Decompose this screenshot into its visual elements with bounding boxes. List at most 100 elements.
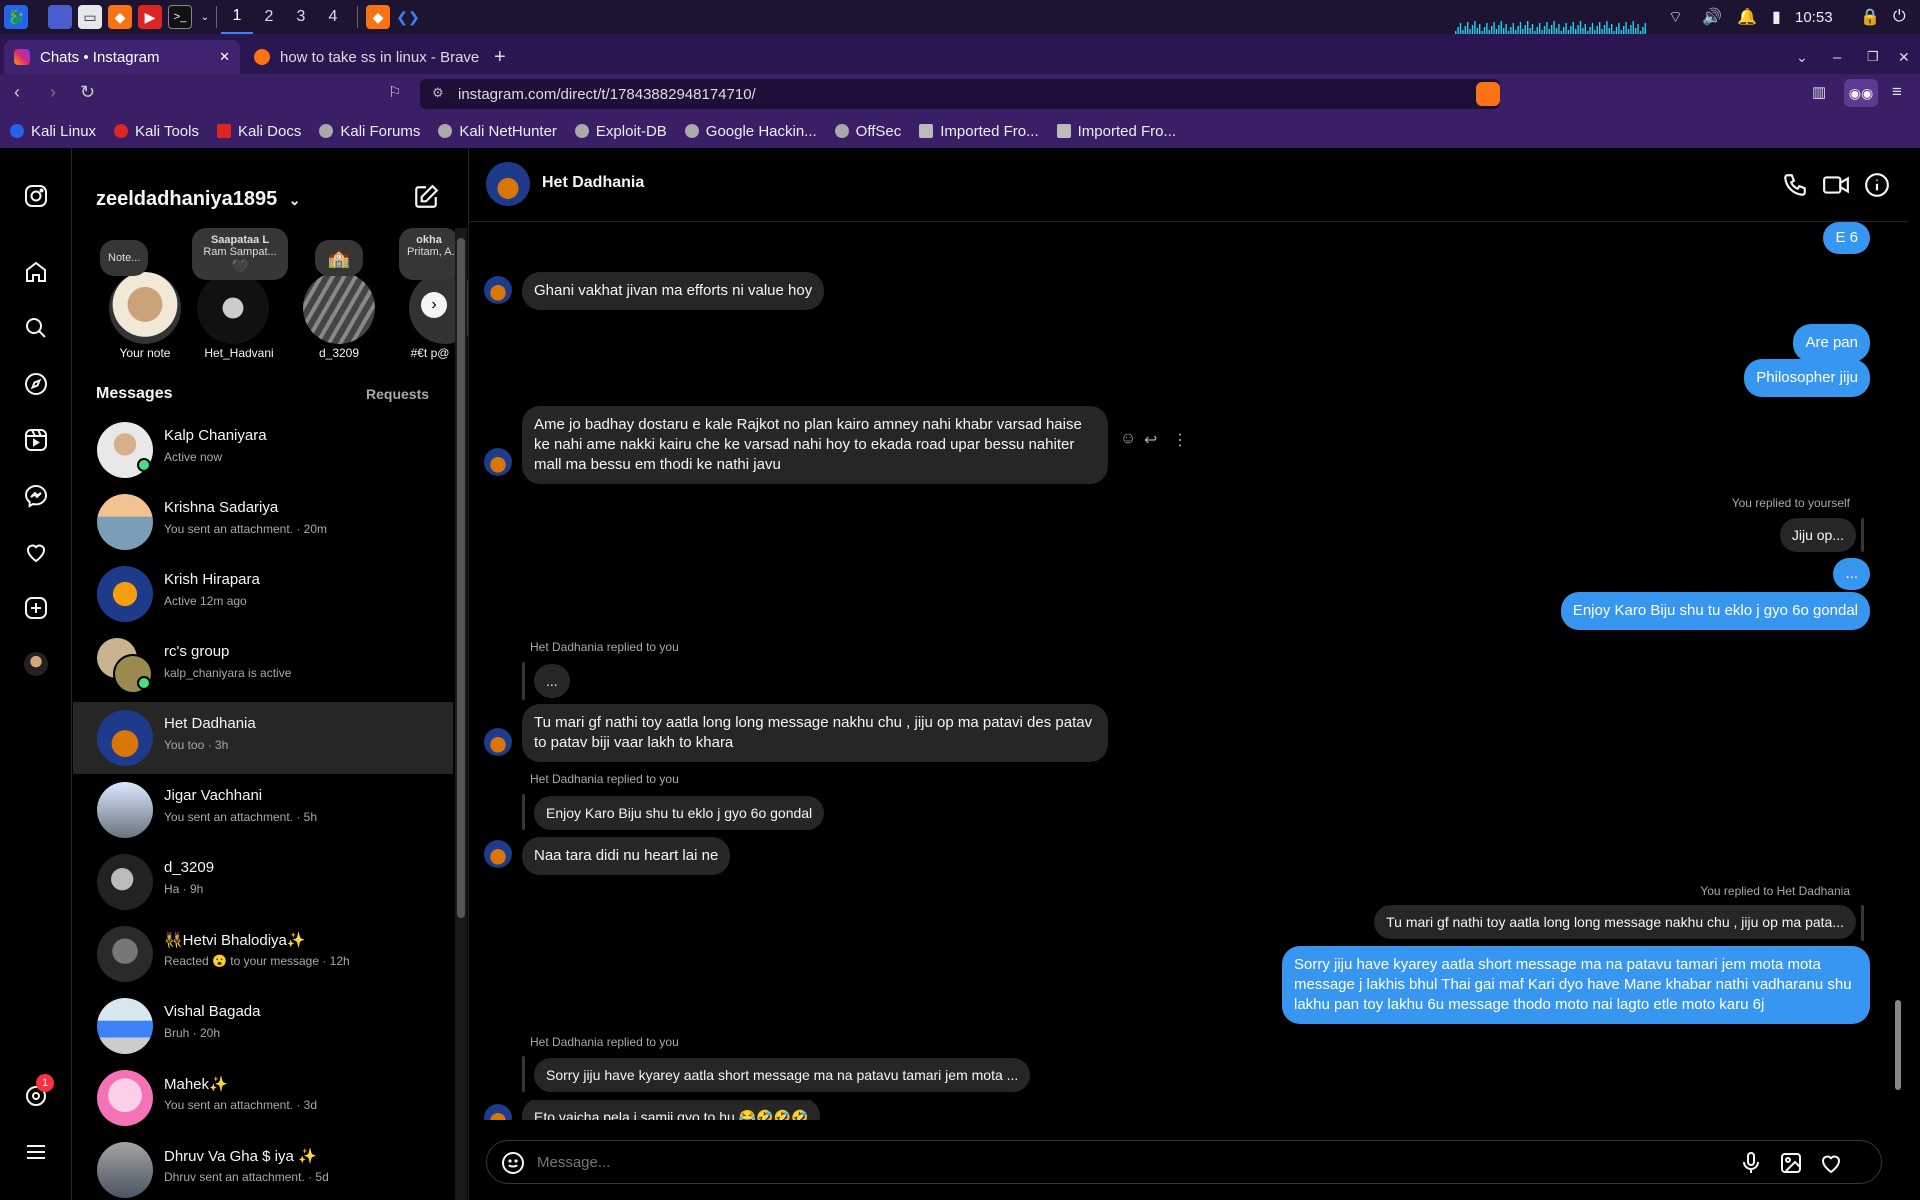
quoted-message[interactable]: Tu mari gf nathi toy aatla long long mes…	[1374, 905, 1856, 939]
chevron-down-icon[interactable]: ⌄	[198, 5, 212, 29]
instagram-logo-icon[interactable]	[22, 182, 50, 210]
site-settings-icon[interactable]: ⚙	[432, 85, 444, 101]
emoji-icon[interactable]	[501, 1151, 525, 1180]
bookmark-exploit-db[interactable]: Exploit-DB	[574, 123, 667, 140]
message-incoming[interactable]: Ame jo badhay dostaru e kale Rajkot no p…	[522, 406, 1108, 484]
more-options-icon[interactable]: ⋮	[1172, 430, 1188, 450]
threads-icon[interactable]: 1	[22, 1074, 54, 1110]
note-bubble[interactable]: 🏫	[315, 240, 363, 276]
volume-icon[interactable]: 🔊	[1702, 0, 1722, 34]
tab-instagram[interactable]: Chats • Instagram ✕	[4, 40, 240, 74]
battery-icon[interactable]: ▮	[1772, 0, 1781, 34]
stories-next-icon[interactable]: ›	[421, 292, 447, 318]
vpn-icon[interactable]: ◉◉	[1844, 79, 1878, 107]
lock-icon[interactable]: 🔒	[1860, 0, 1880, 34]
bookmark-kali-linux[interactable]: Kali Linux	[10, 123, 96, 140]
explore-icon[interactable]	[22, 370, 50, 398]
new-message-icon[interactable]	[413, 184, 439, 215]
workspace-1[interactable]: 1	[221, 0, 253, 34]
conversation-item[interactable]: 👯‍♀️Hetvi Bhalodiya✨ Reacted 😮 to your m…	[73, 918, 453, 990]
reels-icon[interactable]	[22, 426, 50, 454]
workspace-3[interactable]: 3	[285, 0, 317, 34]
reply-icon[interactable]: ↩	[1144, 430, 1157, 450]
story-d-3209[interactable]	[303, 272, 375, 344]
quoted-message[interactable]: ...	[534, 664, 570, 698]
phone-call-icon[interactable]	[1782, 172, 1808, 203]
home-icon[interactable]	[22, 258, 50, 286]
workspace-4[interactable]: 4	[317, 0, 349, 34]
tab-list-chevron-icon[interactable]: ⌄	[1786, 40, 1818, 74]
message-outgoing[interactable]: Philosopher jiju	[1744, 359, 1870, 397]
conversation-item[interactable]: Krish Hirapara Active 12m ago	[73, 558, 453, 630]
bookmark-kali-forums[interactable]: Kali Forums	[319, 123, 420, 140]
address-bar[interactable]: ⚙ instagram.com/direct/t/178438829481747…	[420, 79, 1500, 109]
inbox-scrollbar[interactable]	[455, 228, 467, 1200]
menu-icon[interactable]: ≡	[1892, 82, 1902, 102]
quoted-message[interactable]: Jiju op...	[1779, 518, 1856, 552]
brave-browser-icon[interactable]: ◆	[108, 5, 132, 29]
requests-link[interactable]: Requests	[366, 386, 429, 402]
conversation-item[interactable]: Mahek✨ You sent an attachment. · 3d	[73, 1062, 453, 1134]
profile-avatar[interactable]	[22, 650, 50, 678]
more-menu-icon[interactable]	[22, 1138, 50, 1166]
reload-icon[interactable]: ↻	[80, 82, 95, 103]
workspace-2[interactable]: 2	[253, 0, 285, 34]
close-window-icon[interactable]: ✕	[1888, 40, 1920, 74]
bookmark-kali-docs[interactable]: Kali Docs	[216, 123, 301, 140]
tab-brave-search[interactable]: how to take ss in linux - Brave	[244, 40, 480, 74]
conversation-item[interactable]: d_3209 Ha · 9h	[73, 846, 453, 918]
create-icon[interactable]	[22, 594, 50, 622]
microphone-icon[interactable]	[1739, 1151, 1763, 1180]
conversation-item[interactable]: Vishal Bagada Bruh · 20h	[73, 990, 453, 1062]
conversation-item[interactable]: Krishna Sadariya You sent an attachment.…	[73, 486, 453, 558]
react-icon[interactable]: ☺	[1120, 430, 1136, 448]
story-het-hadvani[interactable]	[197, 272, 269, 344]
conversation-item[interactable]: Kalp Chaniyara Active now	[73, 414, 453, 486]
quoted-message[interactable]: Enjoy Karo Biju shu tu eklo j gyo 6o gon…	[534, 796, 825, 830]
desktop-icon[interactable]	[48, 5, 72, 29]
message-incoming[interactable]: Eto vaicha pela j samji gyo to hu 😂🤣🤣🤣	[522, 1100, 821, 1120]
message-input[interactable]	[537, 1147, 1687, 1177]
bell-icon[interactable]: 🔔	[1737, 0, 1757, 34]
message-outgoing[interactable]: E 6	[1823, 222, 1870, 254]
back-icon[interactable]: ‹	[14, 82, 20, 103]
note-bubble[interactable]: Note...	[100, 240, 148, 276]
close-tab-icon[interactable]: ✕	[219, 49, 230, 65]
chat-scrollbar[interactable]	[1892, 224, 1904, 1124]
info-icon[interactable]	[1864, 172, 1890, 203]
search-icon[interactable]	[22, 314, 50, 342]
brave-window-icon[interactable]: ◆	[366, 5, 390, 29]
note-bubble[interactable]: Saapataa L Ram Sampat... 🖤	[192, 228, 288, 280]
conversation-item[interactable]: rc's group kalp_chaniyara is active	[73, 630, 453, 702]
kali-menu-icon[interactable]: 🐉	[4, 5, 28, 29]
scrollbar-thumb[interactable]	[457, 238, 465, 918]
message-outgoing[interactable]: Sorry jiju have kyarey aatla short messa…	[1282, 946, 1870, 1024]
conversation-item[interactable]: Jigar Vachhani You sent an attachment. ·…	[73, 774, 453, 846]
message-outgoing[interactable]: ...	[1833, 558, 1870, 590]
bookmark-kali-tools[interactable]: Kali Tools	[114, 123, 199, 140]
contact-name[interactable]: Het Dadhania	[542, 174, 644, 192]
message-outgoing[interactable]: Are pan	[1793, 324, 1870, 362]
conversation-item-selected[interactable]: Het Dadhania You too · 3h	[73, 702, 453, 774]
heart-notifications-icon[interactable]	[22, 538, 50, 566]
terminal-icon[interactable]: >_	[168, 5, 192, 29]
bookmark-offsec[interactable]: OffSec	[834, 123, 901, 140]
quoted-message[interactable]: Sorry jiju have kyarey aatla short messa…	[534, 1058, 1031, 1092]
messenger-icon[interactable]	[22, 482, 50, 510]
conversation-item[interactable]: Dhruv Va Gha $ iya ✨ Dhruv sent an attac…	[73, 1134, 453, 1200]
sidebar-toggle-icon[interactable]: ▥	[1812, 83, 1826, 101]
maximize-icon[interactable]: ❐	[1857, 40, 1889, 74]
vscode-window-icon[interactable]: ❮❯	[396, 5, 420, 29]
new-tab-button[interactable]: +	[484, 40, 516, 74]
heart-like-icon[interactable]	[1819, 1151, 1843, 1180]
message-incoming[interactable]: Ghani vakhat jivan ma efforts ni value h…	[522, 272, 825, 310]
contact-avatar[interactable]	[486, 162, 530, 206]
youtube-icon[interactable]: ▶	[138, 5, 162, 29]
message-incoming[interactable]: Tu mari gf nathi toy aatla long long mes…	[522, 704, 1108, 762]
message-outgoing[interactable]: Enjoy Karo Biju shu tu eklo j gyo 6o gon…	[1560, 592, 1870, 630]
message-incoming[interactable]: Naa tara didi nu heart lai ne	[522, 837, 731, 875]
file-manager-icon[interactable]: ▭	[78, 5, 102, 29]
clock[interactable]: 10:53	[1795, 0, 1833, 34]
bookmark-google-hacking[interactable]: Google Hackin...	[684, 123, 817, 140]
bookmark-folder-imported-2[interactable]: Imported Fro...	[1056, 123, 1176, 140]
